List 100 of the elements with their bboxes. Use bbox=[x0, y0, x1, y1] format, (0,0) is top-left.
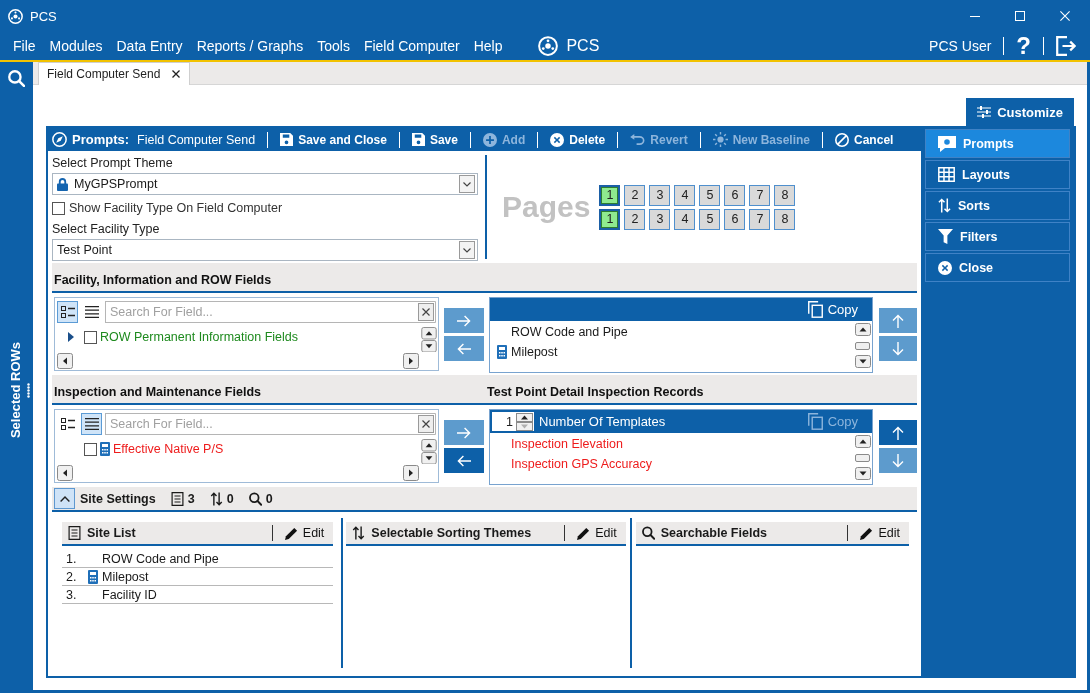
logout-icon[interactable] bbox=[1056, 36, 1076, 56]
move-up-button[interactable] bbox=[879, 420, 917, 445]
side-menu-item[interactable]: Sorts bbox=[925, 191, 1070, 220]
delete-button[interactable]: Delete bbox=[550, 132, 606, 147]
page-button[interactable]: 7 bbox=[749, 184, 771, 206]
page-button[interactable]: 1 bbox=[599, 208, 621, 230]
pencil-icon bbox=[577, 526, 591, 540]
up-arrow-icon bbox=[892, 425, 904, 440]
clear-search-icon[interactable] bbox=[416, 413, 436, 435]
left-arrow-icon bbox=[457, 342, 471, 355]
field-name[interactable]: Inspection Elevation bbox=[511, 437, 623, 451]
checkbox[interactable] bbox=[84, 442, 97, 456]
expand-arrow-icon[interactable] bbox=[68, 332, 74, 342]
grip-icon[interactable] bbox=[27, 382, 30, 398]
tab[interactable]: Field Computer Send bbox=[38, 62, 191, 85]
facility-type-dropdown[interactable]: Test Point bbox=[52, 239, 478, 261]
move-left-button[interactable] bbox=[444, 448, 484, 473]
checkbox[interactable] bbox=[52, 201, 65, 215]
page-button[interactable]: 4 bbox=[674, 184, 696, 206]
menu-item[interactable]: Tools bbox=[317, 38, 350, 54]
section-title: Test Point Detail Inspection Records bbox=[487, 385, 704, 399]
field-name[interactable]: Milepost bbox=[102, 569, 149, 584]
field-name[interactable]: ROW Code and Pipe bbox=[102, 551, 219, 566]
down-arrow-icon bbox=[892, 453, 904, 468]
copy-button[interactable]: Copy bbox=[807, 301, 858, 318]
checkbox-label[interactable]: Show Facility Type On Field Computer bbox=[69, 201, 283, 215]
count-value: 0 bbox=[265, 491, 273, 506]
side-menu-item[interactable]: Layouts bbox=[925, 160, 1070, 189]
search-field[interactable]: Search For Field... bbox=[105, 413, 416, 435]
filter-icon bbox=[938, 229, 953, 244]
menu-item[interactable]: Field Computer bbox=[363, 38, 460, 54]
search-icon[interactable] bbox=[8, 70, 25, 87]
copy-icon bbox=[807, 301, 823, 318]
collapse-button[interactable] bbox=[54, 488, 75, 509]
page-button[interactable]: 7 bbox=[749, 208, 771, 230]
menu-item[interactable]: Modules bbox=[49, 38, 103, 54]
page-button[interactable]: 6 bbox=[724, 208, 746, 230]
user-menu[interactable]: PCS User bbox=[929, 38, 992, 54]
save-button[interactable]: Save bbox=[411, 132, 458, 147]
page-button[interactable]: 1 bbox=[599, 184, 621, 206]
menu-item[interactable]: Data Entry bbox=[116, 38, 183, 54]
page-button[interactable]: 5 bbox=[699, 184, 721, 206]
page-button[interactable]: 6 bbox=[724, 184, 746, 206]
list-icon bbox=[170, 491, 184, 506]
row-number: 2. bbox=[66, 569, 78, 584]
page-button[interactable]: 2 bbox=[624, 208, 646, 230]
theme-dropdown[interactable]: MyGPSPrompt bbox=[52, 173, 478, 195]
field-name[interactable]: ROW Code and Pipe bbox=[511, 325, 628, 339]
list-icon bbox=[68, 526, 81, 540]
page-button[interactable]: 5 bbox=[699, 208, 721, 230]
scrollbar-thumb[interactable] bbox=[855, 453, 870, 462]
section-title: Facility, Information and ROW Fields bbox=[54, 273, 272, 287]
save-and-close-button[interactable]: Save and Close bbox=[280, 132, 387, 147]
side-menu-item[interactable]: Prompts bbox=[925, 129, 1070, 158]
spin-up-icon[interactable] bbox=[516, 412, 533, 422]
cancel-button[interactable]: Cancel bbox=[835, 132, 894, 147]
clear-search-icon[interactable] bbox=[416, 301, 436, 323]
page-button[interactable]: 3 bbox=[649, 208, 671, 230]
minimize-icon[interactable] bbox=[969, 15, 980, 17]
customize-button[interactable]: Customize bbox=[966, 98, 1074, 126]
template-count-field[interactable]: 1 bbox=[492, 412, 534, 431]
close-icon[interactable] bbox=[1059, 11, 1070, 21]
up-arrow-icon bbox=[892, 313, 904, 328]
lock-icon bbox=[57, 177, 68, 191]
page-button[interactable]: 3 bbox=[649, 184, 671, 206]
maximize-icon[interactable] bbox=[1014, 11, 1025, 21]
side-menu-item[interactable]: Close bbox=[925, 253, 1070, 282]
sort-arrows-icon bbox=[352, 526, 366, 540]
search-field[interactable]: Search For Field... bbox=[105, 301, 416, 323]
page-button[interactable]: 2 bbox=[624, 184, 646, 206]
field-name[interactable]: Effective Native P/S bbox=[113, 442, 224, 456]
side-menu-item[interactable]: Filters bbox=[925, 222, 1070, 251]
field-name[interactable]: Inspection GPS Accuracy bbox=[511, 457, 653, 471]
menu-item[interactable]: Help bbox=[473, 38, 503, 54]
list-view-icon bbox=[84, 306, 99, 318]
menu-item[interactable]: File bbox=[13, 38, 36, 54]
app-logo-icon bbox=[8, 8, 23, 24]
field-name[interactable]: ROW Permanent Information Fields bbox=[100, 330, 298, 344]
sun-icon bbox=[712, 132, 728, 147]
page-button[interactable]: 8 bbox=[774, 208, 796, 230]
scrollbar-thumb[interactable] bbox=[855, 341, 870, 350]
right-arrow-icon bbox=[457, 426, 471, 439]
list-view-button[interactable] bbox=[81, 413, 102, 435]
cancel-icon bbox=[835, 132, 850, 147]
tab-close-icon[interactable] bbox=[172, 70, 181, 78]
site-settings-title: Site Settings bbox=[80, 491, 156, 506]
tree-view-button[interactable] bbox=[57, 301, 78, 323]
edit-button[interactable]: Edit bbox=[860, 526, 909, 540]
checkbox[interactable] bbox=[84, 330, 97, 344]
field-name[interactable]: Milepost bbox=[511, 345, 558, 359]
menu-item[interactable]: Reports / Graphs bbox=[196, 38, 304, 54]
page-button[interactable]: 4 bbox=[674, 208, 696, 230]
help-button[interactable]: ? bbox=[1016, 34, 1031, 58]
brand-name: PCS bbox=[566, 37, 600, 55]
sidebar-label[interactable]: Selected ROWs bbox=[8, 341, 23, 439]
edit-button[interactable]: Edit bbox=[284, 526, 334, 540]
field-name[interactable]: Facility ID bbox=[102, 587, 157, 602]
search-icon bbox=[248, 491, 262, 506]
edit-button[interactable]: Edit bbox=[577, 526, 626, 540]
page-button[interactable]: 8 bbox=[774, 184, 796, 206]
